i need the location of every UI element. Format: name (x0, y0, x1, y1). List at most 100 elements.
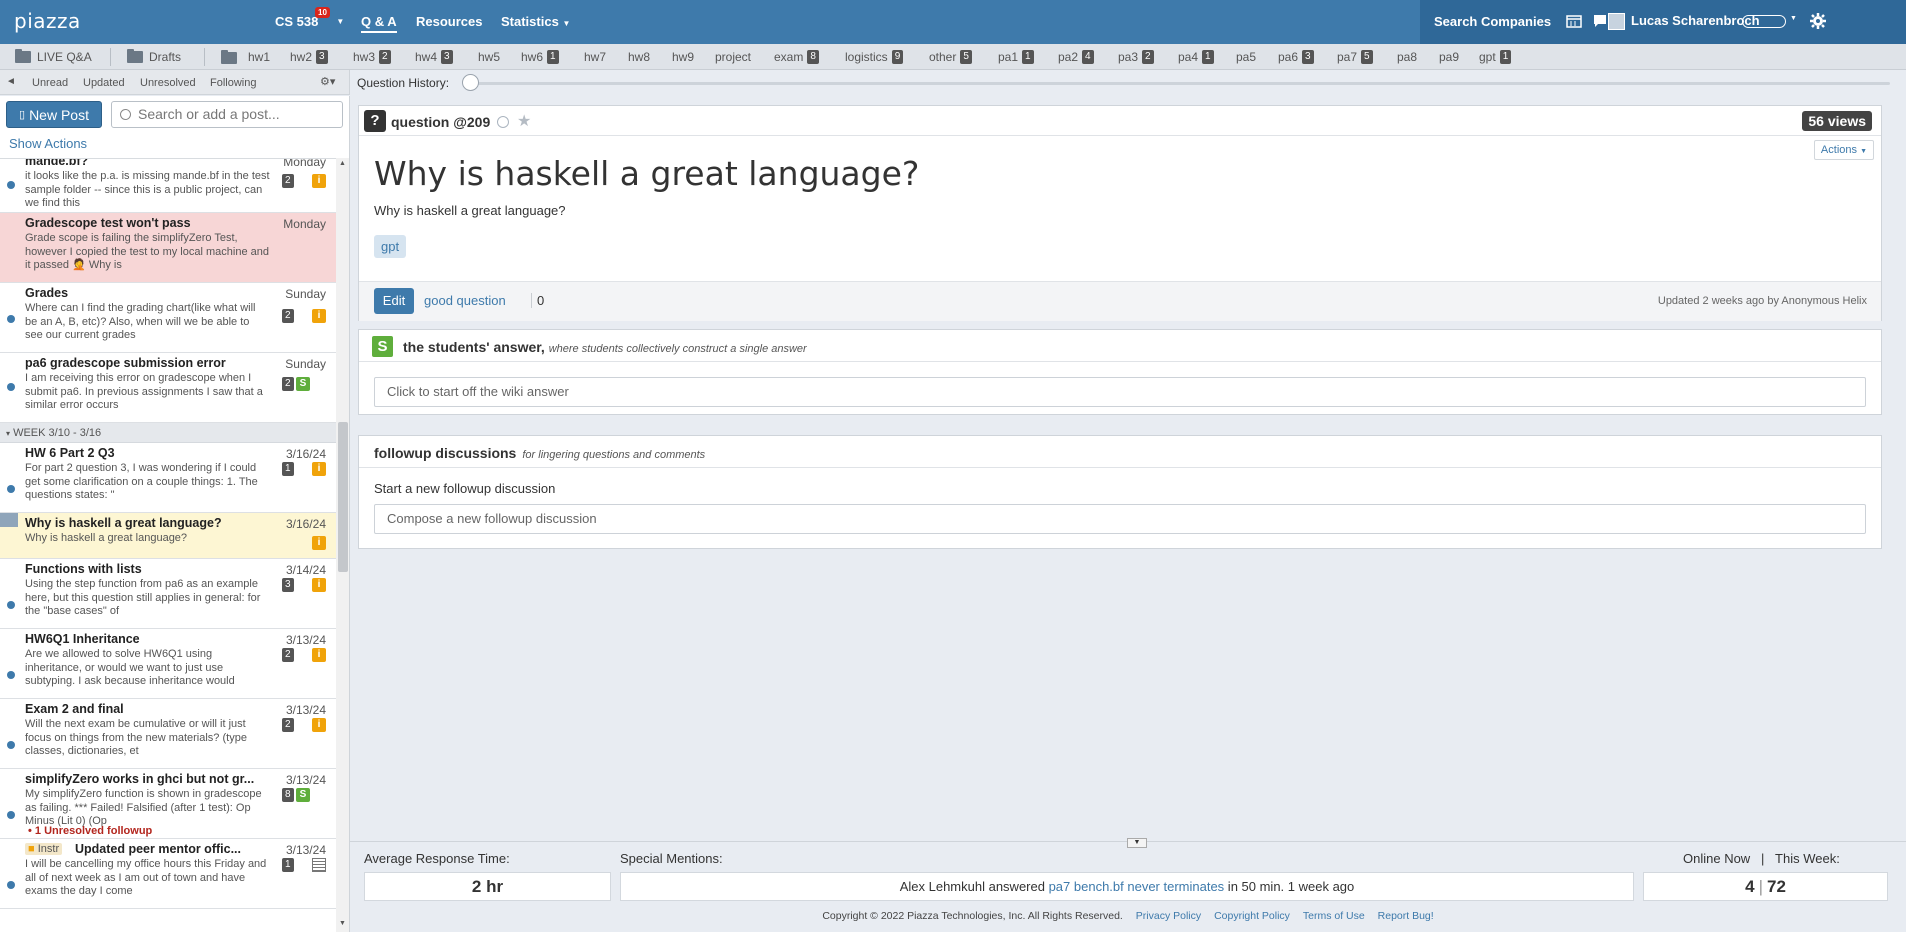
folder-drafts[interactable]: Drafts (127, 49, 181, 64)
actions-dropdown[interactable]: Actions ▼ (1813, 140, 1874, 160)
folder-pa7[interactable]: pa7 5 (1337, 50, 1373, 64)
chat-icon[interactable] (1592, 14, 1608, 28)
online-label: Online Now | This Week: (1683, 851, 1840, 866)
folder-hw5[interactable]: hw5 (478, 50, 500, 64)
filter-unresolved[interactable]: Unresolved (140, 77, 196, 89)
folder-gpt[interactable]: gpt 1 (1479, 50, 1512, 64)
folder-pa3[interactable]: pa3 2 (1118, 50, 1154, 64)
privacy-policy-link[interactable]: Privacy Policy (1136, 910, 1201, 922)
list-item[interactable]: pa6 gradescope submission error Sunday I… (0, 353, 336, 423)
student-answer-icon: S (296, 788, 310, 802)
folder-exam[interactable]: exam 8 (774, 50, 819, 64)
piazza-logo[interactable]: piazza (14, 9, 81, 33)
good-question-button[interactable]: good question (424, 293, 506, 308)
folder-hw8[interactable]: hw8 (628, 50, 650, 64)
reply-count: 1 (282, 462, 294, 476)
question-title: Why is haskell a great language? (374, 154, 920, 193)
show-actions-link[interactable]: Show Actions (9, 136, 87, 151)
user-name[interactable]: Lucas Scharenbroch (1631, 13, 1760, 28)
folder-icon (127, 49, 143, 63)
folder-pa6[interactable]: pa6 3 (1278, 50, 1314, 64)
list-item[interactable]: simplifyZero works in ghci but not gr...… (0, 769, 336, 839)
post-title: Exam 2 and final (25, 702, 124, 716)
filter-updated[interactable]: Updated (83, 77, 125, 89)
course-dropdown[interactable]: CS 538 10 ▼ (275, 7, 344, 29)
followup-title: followup discussions for lingering questi… (374, 445, 706, 461)
star-icon[interactable]: ★ (517, 111, 531, 131)
list-item[interactable]: Grades Sunday Where can I find the gradi… (0, 283, 336, 353)
notification-badge: 10 (315, 7, 330, 18)
folder-hw1[interactable]: hw1 (248, 50, 270, 64)
nav-resources[interactable]: Resources (416, 14, 482, 29)
folder-pa8[interactable]: pa8 (1397, 50, 1417, 64)
list-item[interactable]: Gradescope test won't pass Monday Grade … (0, 213, 336, 283)
folder-hw2[interactable]: hw2 3 (290, 50, 328, 64)
unread-dot (7, 315, 15, 323)
history-slider[interactable] (470, 82, 1890, 85)
watch-icon[interactable] (497, 116, 509, 128)
reply-count: 3 (282, 578, 294, 592)
nav-statistics[interactable]: Statistics ▼ (501, 14, 570, 29)
filter-unread[interactable]: Unread (32, 77, 68, 89)
terms-of-use-link[interactable]: Terms of Use (1303, 910, 1365, 922)
folder-live-qa[interactable]: LIVE Q&A (15, 49, 92, 64)
calendar-icon[interactable] (1566, 14, 1582, 28)
gear-icon[interactable]: ⚙▾ (320, 75, 335, 88)
list-item[interactable]: ■ Instr Updated peer mentor offic... 3/1… (0, 839, 336, 909)
instructor-icon: i (312, 309, 326, 323)
filter-bar: ◄ Unread Updated Unresolved Following ⚙▾ (0, 70, 350, 95)
list-item[interactable]: mande.bf? Monday it looks like the p.a. … (0, 158, 336, 213)
folder-pa4[interactable]: pa4 1 (1178, 50, 1214, 64)
toggle-switch[interactable] (1742, 15, 1786, 28)
list-item[interactable]: Functions with lists 3/14/24 Using the s… (0, 559, 336, 629)
folder-hw7[interactable]: hw7 (584, 50, 606, 64)
post-title: mande.bf? (25, 158, 89, 168)
list-item-selected[interactable]: Why is haskell a great language? 3/16/24… (0, 513, 336, 559)
folder-pa5[interactable]: pa5 (1236, 50, 1256, 64)
folder-pa9[interactable]: pa9 (1439, 50, 1459, 64)
list-item[interactable]: Exam 2 and final 3/13/24 Will the next e… (0, 699, 336, 769)
folder-hw3[interactable]: hw3 2 (353, 50, 391, 64)
wiki-answer-input[interactable]: Click to start off the wiki answer (374, 377, 1866, 407)
folder-pa1[interactable]: pa1 1 (998, 50, 1034, 64)
folder-logistics[interactable]: logistics 9 (845, 50, 904, 64)
report-bug-link[interactable]: Report Bug! (1378, 910, 1434, 922)
scrollbar-thumb[interactable] (338, 422, 348, 572)
avatar[interactable] (1608, 13, 1625, 30)
folder-other[interactable]: other 5 (929, 50, 972, 64)
list-item[interactable]: HW6Q1 Inheritance 3/13/24 Are we allowed… (0, 629, 336, 699)
post-snippet: I will be cancelling my office hours thi… (25, 858, 267, 897)
post-title: Why is haskell a great language? (25, 516, 222, 530)
collapse-arrow-icon[interactable]: ◄ (6, 76, 16, 87)
student-answer-icon: S (296, 377, 310, 391)
folder-pa2[interactable]: pa2 4 (1058, 50, 1094, 64)
edit-button[interactable]: Edit (374, 288, 414, 314)
week-header[interactable]: ▾ WEEK 3/10 - 3/16 (0, 423, 336, 443)
folder-hw6[interactable]: hw6 1 (521, 50, 559, 64)
folder-project[interactable]: project (715, 50, 751, 64)
search-icon (120, 109, 131, 120)
folder-hw9[interactable]: hw9 (672, 50, 694, 64)
instructor-icon: i (312, 578, 326, 592)
scroll-up-icon[interactable]: ▲ (339, 160, 346, 167)
copyright-policy-link[interactable]: Copyright Policy (1214, 910, 1290, 922)
feed-scrollbar[interactable]: ▲ ▼ (336, 158, 349, 932)
filter-following[interactable]: Following (210, 77, 256, 89)
good-question-count: 0 (531, 293, 544, 308)
mention-link[interactable]: pa7 bench.bf never terminates (1049, 879, 1225, 894)
scroll-down-icon[interactable]: ▼ (339, 920, 346, 927)
collapse-footer-button[interactable]: ▼ (1127, 838, 1147, 848)
post-date: Monday (283, 158, 326, 169)
list-item[interactable]: HW 6 Part 2 Q3 3/16/24 For part 2 questi… (0, 443, 336, 513)
question-label: question @209 (391, 114, 491, 130)
folder-hw4[interactable]: hw4 3 (415, 50, 453, 64)
history-slider-handle[interactable] (462, 74, 479, 91)
search-input[interactable]: Search or add a post... (111, 101, 343, 128)
gear-icon[interactable] (1810, 13, 1826, 29)
post-title: HW 6 Part 2 Q3 (25, 446, 115, 460)
search-companies-link[interactable]: Search Companies (1434, 14, 1551, 29)
nav-qa[interactable]: Q & A (361, 14, 397, 33)
tag-gpt[interactable]: gpt (374, 235, 407, 258)
new-post-button[interactable]: ▯ New Post (6, 101, 102, 128)
followup-compose-input[interactable]: Compose a new followup discussion (374, 504, 1866, 534)
